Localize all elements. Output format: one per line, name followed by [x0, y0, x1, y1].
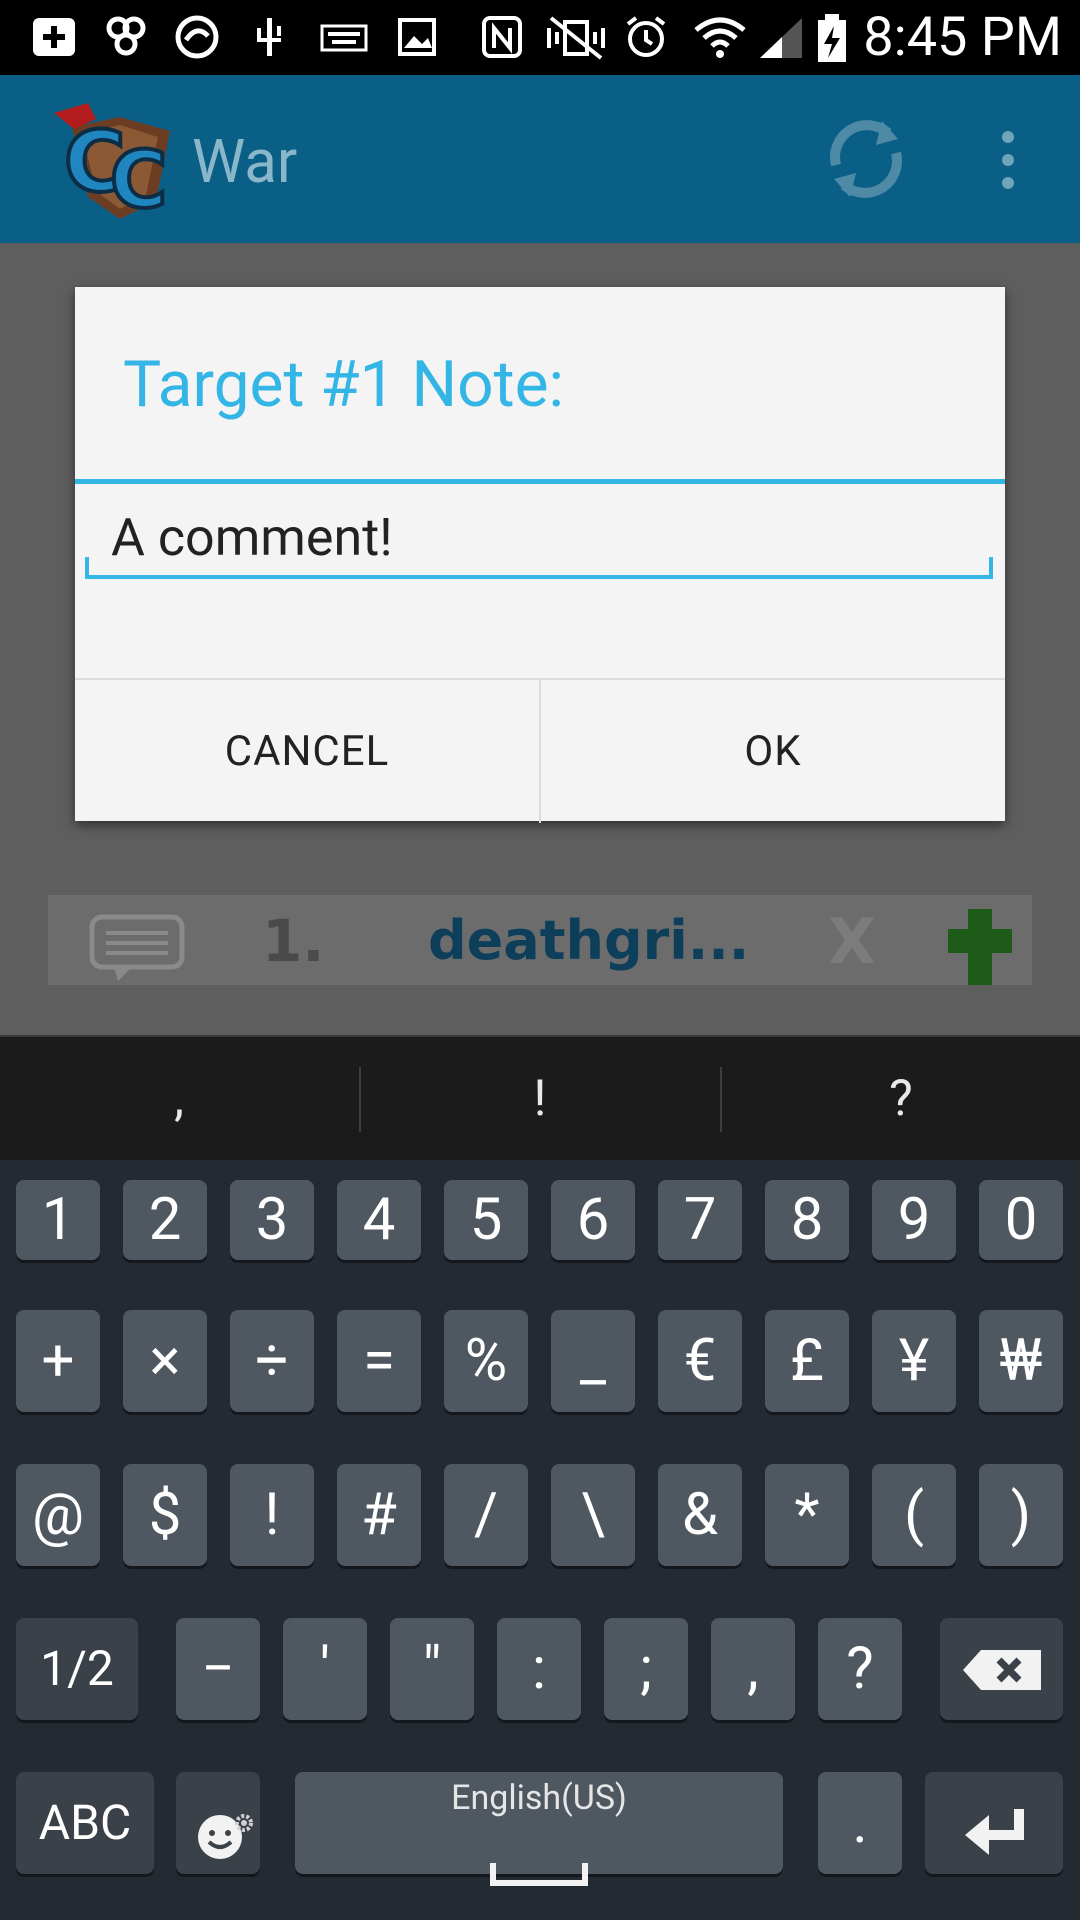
key-dash[interactable]: − — [176, 1618, 260, 1720]
note-dialog: Target #1 Note: CANCEL OK — [75, 287, 1005, 823]
space-language-label: English(US) — [451, 1778, 627, 1818]
key-close-paren[interactable]: ) — [979, 1464, 1063, 1566]
action-bar: C C War — [0, 75, 1080, 243]
abc-key[interactable]: ABC — [16, 1772, 154, 1874]
dialog-title: Target #1 Note: — [123, 347, 565, 422]
input-underline-left-tick — [85, 557, 89, 575]
mute-vibrate-icon — [540, 14, 612, 60]
list-item[interactable]: 1. deathgri... X — [48, 895, 1032, 985]
settings-gear-icon — [232, 1776, 256, 1856]
svg-text:C: C — [110, 136, 167, 222]
player-name: deathgri... — [428, 909, 750, 972]
suggestion-bar: , ! ? — [0, 1035, 1080, 1162]
row-number: 1. — [262, 907, 325, 975]
cloverleaf-icon — [100, 14, 154, 60]
key-colon[interactable]: : — [497, 1618, 581, 1720]
backspace-key[interactable] — [940, 1618, 1063, 1720]
key-euro[interactable]: € — [658, 1310, 742, 1412]
key-underscore[interactable]: _ — [551, 1310, 635, 1412]
key-semicolon[interactable]: ; — [604, 1618, 688, 1720]
key-ampersand[interactable]: & — [658, 1464, 742, 1566]
overflow-menu-icon[interactable] — [988, 127, 1028, 193]
key-2[interactable]: 2 — [123, 1180, 207, 1260]
key-3[interactable]: 3 — [230, 1180, 314, 1260]
symbol-keyboard: 1 2 3 4 5 6 7 8 9 0 + × ÷ = % _ € £ ¥ ₩ … — [0, 1160, 1080, 1920]
enter-icon — [961, 1798, 1031, 1878]
wifi-icon — [690, 14, 750, 60]
key-9[interactable]: 9 — [872, 1180, 956, 1260]
enter-key[interactable] — [925, 1772, 1063, 1874]
key-won[interactable]: ₩ — [979, 1310, 1063, 1412]
add-notification-icon — [24, 14, 84, 60]
usb-icon — [246, 14, 292, 60]
alarm-icon — [620, 14, 672, 60]
key-backslash[interactable]: \ — [551, 1464, 635, 1566]
key-at[interactable]: @ — [16, 1464, 100, 1566]
battery-charging-icon — [812, 14, 852, 62]
key-8[interactable]: 8 — [765, 1180, 849, 1260]
period-key[interactable]: . — [818, 1772, 902, 1874]
key-open-paren[interactable]: ( — [872, 1464, 956, 1566]
emoji-key[interactable] — [176, 1772, 260, 1874]
ok-button[interactable]: OK — [541, 680, 1005, 823]
key-quote[interactable]: " — [390, 1618, 474, 1720]
key-slash[interactable]: / — [444, 1464, 528, 1566]
clock: 8:45 PM — [863, 6, 1062, 69]
space-bar-icon — [489, 1828, 589, 1908]
suggestion-item[interactable]: , — [0, 1037, 358, 1162]
page-title: War — [192, 126, 298, 197]
key-plus[interactable]: + — [16, 1310, 100, 1412]
key-dollar[interactable]: $ — [123, 1464, 207, 1566]
input-underline-right-tick — [989, 557, 993, 575]
key-asterisk[interactable]: * — [765, 1464, 849, 1566]
keyboard-icon — [316, 14, 372, 60]
key-yen[interactable]: ¥ — [872, 1310, 956, 1412]
key-percent[interactable]: % — [444, 1310, 528, 1412]
image-icon — [392, 14, 442, 60]
status-bar: 8:45 PM — [0, 0, 1080, 75]
key-multiply[interactable]: × — [123, 1310, 207, 1412]
remove-mark[interactable]: X — [828, 905, 876, 978]
key-exclamation[interactable]: ! — [230, 1464, 314, 1566]
comment-icon[interactable] — [88, 913, 188, 983]
key-hash[interactable]: # — [337, 1464, 421, 1566]
key-5[interactable]: 5 — [444, 1180, 528, 1260]
key-comma[interactable]: , — [711, 1618, 795, 1720]
key-6[interactable]: 6 — [551, 1180, 635, 1260]
add-plus-icon[interactable] — [948, 909, 1012, 985]
dialog-button-bar: CANCEL OK — [75, 678, 1005, 823]
backspace-icon — [961, 1622, 1043, 1724]
key-page-toggle[interactable]: 1/2 — [16, 1618, 138, 1720]
key-0[interactable]: 0 — [979, 1180, 1063, 1260]
key-equals[interactable]: = — [337, 1310, 421, 1412]
key-1[interactable]: 1 — [16, 1180, 100, 1260]
key-4[interactable]: 4 — [337, 1180, 421, 1260]
suggestion-item[interactable]: ? — [722, 1037, 1080, 1162]
key-question[interactable]: ? — [818, 1618, 902, 1720]
nfc-icon — [476, 14, 528, 60]
key-pound[interactable]: £ — [765, 1310, 849, 1412]
key-7[interactable]: 7 — [658, 1180, 742, 1260]
key-apostrophe[interactable]: ' — [283, 1618, 367, 1720]
refresh-icon[interactable] — [822, 115, 910, 203]
sync-circle-icon — [170, 14, 224, 60]
cancel-button[interactable]: CANCEL — [75, 680, 539, 823]
key-divide[interactable]: ÷ — [230, 1310, 314, 1412]
suggestion-item[interactable]: ! — [361, 1037, 719, 1162]
space-key[interactable]: English(US) — [295, 1772, 783, 1886]
signal-icon — [754, 14, 808, 60]
note-input[interactable] — [85, 499, 993, 579]
dialog-divider — [75, 479, 1005, 484]
app-logo-icon[interactable]: C C — [44, 97, 194, 228]
